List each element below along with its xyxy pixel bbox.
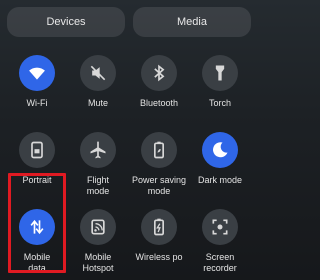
tile-wifi[interactable]: Wi-Fi	[5, 55, 69, 109]
media-tab-label: Media	[177, 16, 207, 28]
torch-icon	[202, 55, 238, 91]
tile-wifi-label: Wi-Fi	[26, 98, 48, 108]
tile-flight-mode-label: Flight mode	[66, 175, 130, 197]
hotspot-icon	[80, 209, 116, 245]
tile-mobile-hotspot-label: Mobile Hotspot	[66, 252, 130, 274]
tile-dark-mode-label: Dark mode	[197, 175, 242, 185]
devices-tab-label: Devices	[46, 16, 86, 28]
tile-torch-label: Torch	[208, 98, 231, 108]
tile-dark-mode[interactable]: Dark mode	[188, 132, 252, 186]
tile-mobile-hotspot-label-line1: Mobile	[84, 252, 112, 262]
screen-recorder-icon	[202, 209, 238, 245]
tile-mute-label: Mute	[87, 98, 108, 108]
tile-power-saving[interactable]: Power saving mode	[127, 132, 191, 197]
mobile-data-highlight-box	[8, 173, 66, 273]
tile-power-saving-label-line2: mode	[147, 186, 171, 196]
tile-mute[interactable]: Mute	[66, 55, 130, 109]
tile-screen-recorder-label-line2: recorder	[203, 263, 237, 273]
flight-icon	[80, 132, 116, 168]
wireless-power-icon	[141, 209, 177, 245]
tile-flight-mode-label-line2: mode	[86, 186, 110, 196]
tile-screen-recorder-label: Screen recorder	[188, 252, 252, 274]
tile-wireless-power-label: Wireless po	[135, 252, 183, 262]
power-saving-icon	[141, 132, 177, 168]
tile-screen-recorder[interactable]: Screen recorder	[188, 209, 252, 274]
mute-icon	[80, 55, 116, 91]
tile-mobile-hotspot[interactable]: Mobile Hotspot	[66, 209, 130, 274]
wifi-icon	[19, 55, 55, 91]
portrait-icon	[19, 132, 55, 168]
dark-mode-icon	[202, 132, 238, 168]
tile-torch[interactable]: Torch	[188, 55, 252, 109]
tile-bluetooth[interactable]: Bluetooth	[127, 55, 191, 109]
tile-flight-mode[interactable]: Flight mode	[66, 132, 130, 197]
tile-power-saving-label: Power saving mode	[127, 175, 191, 197]
devices-tab[interactable]: Devices	[7, 7, 125, 37]
tile-bluetooth-label: Bluetooth	[139, 98, 179, 108]
media-tab[interactable]: Media	[133, 7, 251, 37]
bluetooth-icon	[141, 55, 177, 91]
tile-flight-mode-label-line1: Flight	[86, 175, 109, 185]
tile-power-saving-label-line1: Power saving	[131, 175, 187, 185]
tile-mobile-hotspot-label-line2: Hotspot	[82, 263, 114, 273]
top-tabs: Devices Media	[7, 7, 251, 47]
tile-wireless-power[interactable]: Wireless po	[127, 209, 191, 263]
tile-screen-recorder-label-line1: Screen	[205, 252, 235, 262]
